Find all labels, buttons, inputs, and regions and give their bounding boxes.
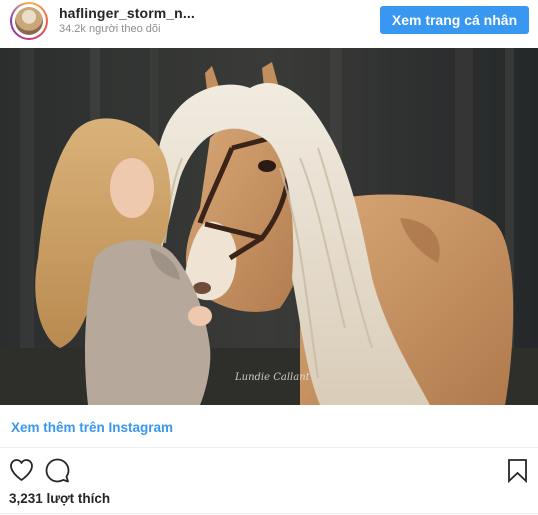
- photo-watermark: Lundie Callant: [234, 372, 311, 383]
- view-profile-button[interactable]: Xem trang cá nhân: [380, 6, 529, 34]
- avatar-image: [15, 7, 43, 35]
- bottom-border: [0, 513, 538, 514]
- avatar[interactable]: [10, 2, 48, 40]
- horse-and-girl-image: Lundie Callant: [0, 48, 538, 405]
- post-header: haflinger_storm_n... 34.2k người theo dõ…: [0, 0, 538, 46]
- post-photo[interactable]: Lundie Callant: [0, 48, 538, 405]
- follower-count: 34.2k người theo dõi: [59, 23, 161, 35]
- comment-icon[interactable]: [45, 458, 70, 483]
- instagram-embed: haflinger_storm_n... 34.2k người theo dõ…: [0, 0, 538, 515]
- avatar-border: [12, 4, 46, 38]
- view-more-on-instagram-link[interactable]: Xem thêm trên Instagram: [11, 420, 173, 435]
- username[interactable]: haflinger_storm_n...: [59, 5, 195, 21]
- likes-count[interactable]: 3,231 lượt thích: [9, 491, 110, 506]
- bookmark-icon[interactable]: [507, 458, 528, 483]
- heart-icon[interactable]: [9, 458, 34, 482]
- divider: [0, 447, 538, 448]
